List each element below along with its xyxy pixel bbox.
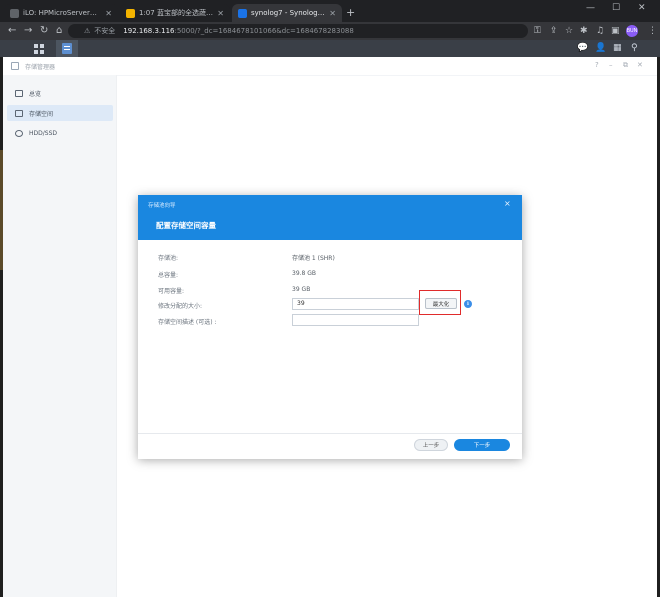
annotation-highlight-box <box>419 290 461 315</box>
description-input[interactable] <box>292 314 419 326</box>
overview-icon <box>15 89 23 97</box>
search-icon[interactable]: ⚲ <box>631 43 638 53</box>
forward-icon[interactable]: → <box>24 25 32 36</box>
insecure-warning-icon: ⚠ <box>84 27 91 35</box>
previous-step-button[interactable]: 上一步 <box>414 439 448 451</box>
storage-manager-taskbar-button[interactable] <box>56 40 78 57</box>
browser-tab-strip: iLO: HPMicroServerGen8ESXi ✕ 1:07 蓝宝部的全选… <box>0 0 660 22</box>
sidebar-item-storage[interactable]: 存储空间 <box>7 105 113 121</box>
storage-app-icon <box>62 43 72 54</box>
close-tab-icon[interactable]: ✕ <box>213 9 224 18</box>
share-icon[interactable]: ⇪ <box>550 26 558 36</box>
storage-manager-icon <box>11 62 19 70</box>
chat-icon[interactable]: 💬 <box>577 43 588 53</box>
back-icon[interactable]: ← <box>8 25 16 36</box>
info-icon[interactable]: i <box>464 300 472 308</box>
media-icon[interactable]: ♫ <box>596 26 604 36</box>
available-capacity-value: 39 GB <box>292 286 311 293</box>
disk-icon <box>15 129 23 137</box>
allocated-size-input[interactable]: 39 <box>292 298 419 310</box>
storage-pool-value: 存储池 1 (SHR) <box>292 255 335 262</box>
profile-avatar[interactable]: BUN <box>626 25 638 37</box>
home-icon[interactable]: ⌂ <box>56 25 62 36</box>
close-icon[interactable]: ✕ <box>637 61 643 69</box>
minimize-icon[interactable]: – <box>609 61 613 69</box>
allocated-size-label: 修改分配的大小: <box>158 303 203 310</box>
browser-tab-hpm[interactable]: 1:07 蓝宝部的全选蔬对 - HPM... ✕ <box>120 4 230 22</box>
synology-favicon-icon <box>238 8 247 18</box>
browser-tab-ilo[interactable]: iLO: HPMicroServerGen8ESXi ✕ <box>4 4 118 22</box>
storage-pool-label: 存储池: <box>158 255 179 262</box>
dsm-taskbar: 💬 👤 ▦ ⚲ <box>0 40 660 57</box>
close-tab-icon[interactable]: ✕ <box>101 9 112 18</box>
storage-icon <box>15 109 23 117</box>
dialog-heading: 配置存储空间容量 <box>156 221 216 230</box>
browser-tab-synology[interactable]: synolog7 - Synology NAS ✕ <box>232 4 342 22</box>
total-capacity-value: 39.8 GB <box>292 270 317 277</box>
minimize-icon[interactable]: — <box>586 3 595 13</box>
user-icon[interactable]: 👤 <box>595 43 606 53</box>
storage-pool-wizard-dialog: 存储池向导 × 配置存储空间容量 存储池: 存储池 1 (SHR) 总容量: 3… <box>138 195 522 459</box>
sidebar-item-overview[interactable]: 总览 <box>7 85 113 101</box>
ilo-favicon-icon <box>10 8 19 18</box>
close-window-icon[interactable]: ✕ <box>638 3 646 13</box>
window-titlebar: 存储管理器 ? – ⧉ ✕ <box>3 57 657 76</box>
extension-icon[interactable]: ✱ <box>580 26 588 36</box>
key-icon[interactable]: ⚿ <box>534 26 541 36</box>
maximize-icon[interactable]: ☐ <box>612 3 620 13</box>
widgets-icon[interactable]: ▦ <box>613 43 622 53</box>
new-tab-button[interactable]: + <box>346 6 355 19</box>
close-tab-icon[interactable]: ✕ <box>325 9 336 18</box>
available-capacity-label: 可用容量: <box>158 288 185 295</box>
pencil-favicon-icon <box>126 8 135 18</box>
security-label: 不安全 <box>94 27 116 35</box>
sidebar-item-hdd-ssd[interactable]: HDD/SSD <box>7 125 113 141</box>
browser-toolbar: ← → ↻ ⌂ ⚠ 不安全 192.168.3.116 :5000/?_dc=1… <box>0 22 660 40</box>
sidepanel-icon[interactable]: ▣ <box>611 26 620 36</box>
star-icon[interactable]: ☆ <box>565 26 573 36</box>
window-title: 存储管理器 <box>25 64 56 71</box>
main-menu-button[interactable] <box>28 40 50 57</box>
next-step-button[interactable]: 下一步 <box>454 439 510 451</box>
wizard-title: 存储池向导 <box>148 203 176 209</box>
address-bar[interactable]: ⚠ 不安全 192.168.3.116 :5000/?_dc=168467810… <box>68 24 528 38</box>
grid-icon <box>34 43 44 54</box>
description-label: 存储空间描述 (可选) : <box>158 319 217 326</box>
total-capacity-label: 总容量: <box>158 272 179 279</box>
menu-kebab-icon[interactable]: ⋮ <box>648 26 657 36</box>
restore-icon[interactable]: ⧉ <box>623 61 628 70</box>
dialog-header: 存储池向导 × 配置存储空间容量 <box>138 195 522 240</box>
dialog-footer: 上一步 下一步 <box>138 433 522 459</box>
dialog-close-icon[interactable]: × <box>504 199 511 208</box>
help-icon[interactable]: ? <box>595 61 599 69</box>
address-path: :5000/?_dc=1684678101066&dc=168467828308… <box>174 27 354 35</box>
reload-icon[interactable]: ↻ <box>40 25 48 36</box>
sidebar: 总览 存储空间 HDD/SSD <box>3 75 117 597</box>
address-host: 192.168.3.116 <box>123 27 175 35</box>
